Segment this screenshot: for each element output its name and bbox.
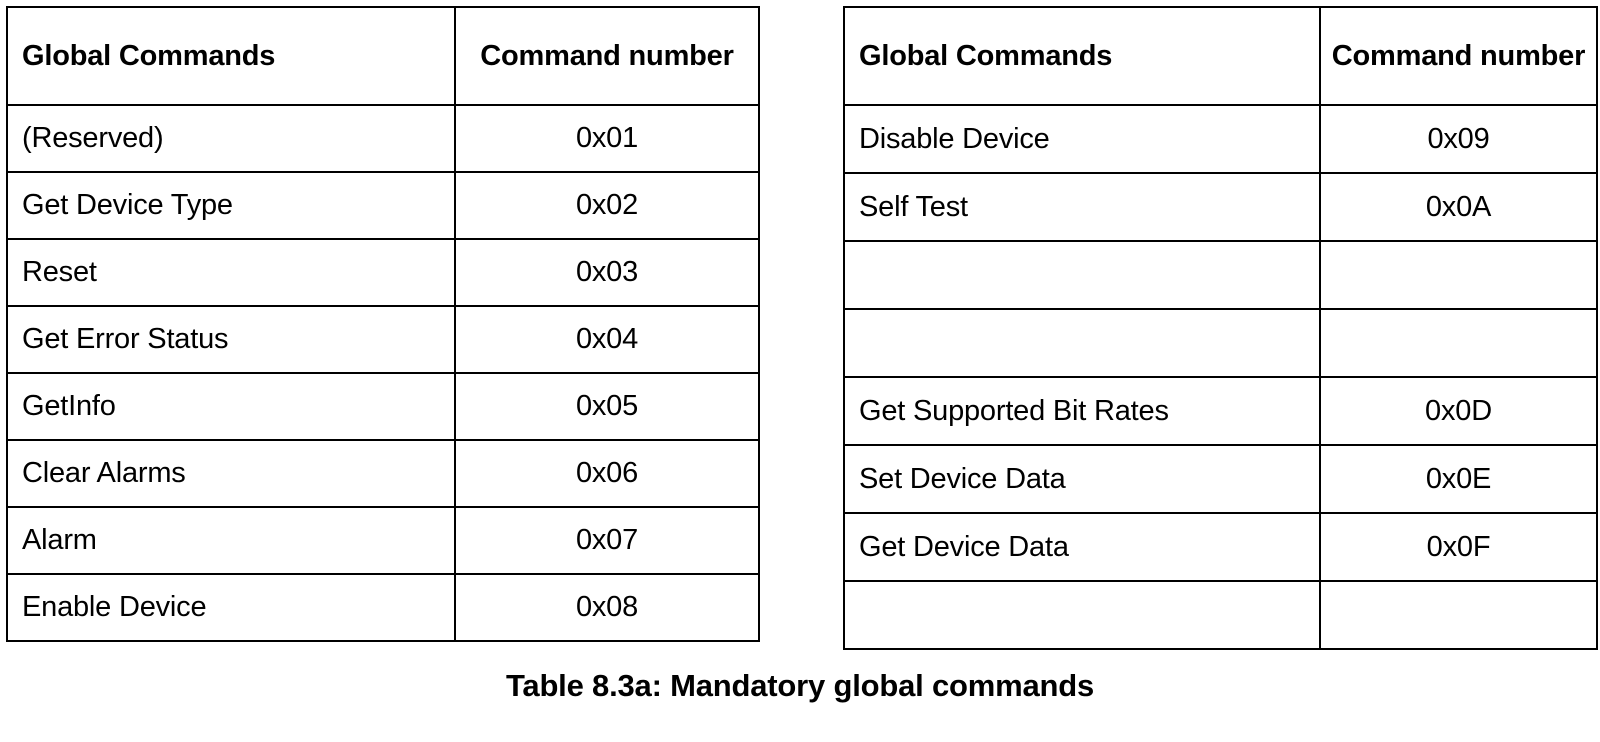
cell-command-name: Self Test	[843, 172, 1321, 242]
table-header-right: Global Commands Command number	[843, 6, 1598, 106]
cell-command-number: 0x01	[454, 104, 760, 173]
cell-command-number	[1319, 240, 1598, 310]
table-row: Get Error Status 0x04	[6, 305, 760, 374]
cell-command-name: Disable Device	[843, 104, 1321, 174]
table-row: (Reserved) 0x01	[6, 104, 760, 173]
column-header-command-number: Command number	[454, 6, 760, 106]
table-row: Get Device Data 0x0F	[843, 512, 1598, 582]
table-body-left: (Reserved) 0x01 Get Device Type 0x02 Res…	[6, 104, 760, 642]
cell-command-name: Reset	[6, 238, 456, 307]
table-header-left: Global Commands Command number	[6, 6, 760, 106]
cell-command-number: 0x0D	[1319, 376, 1598, 446]
cell-command-name: Clear Alarms	[6, 439, 456, 508]
cell-command-number: 0x07	[454, 506, 760, 575]
table-row: Get Supported Bit Rates 0x0D	[843, 376, 1598, 446]
cell-command-number: 0x03	[454, 238, 760, 307]
cell-command-name: Set Device Data	[843, 444, 1321, 514]
table-row: Get Device Type 0x02	[6, 171, 760, 240]
cell-command-number: 0x08	[454, 573, 760, 642]
table-row-empty	[843, 240, 1598, 310]
table-caption: Table 8.3a: Mandatory global commands	[505, 668, 1095, 703]
cell-command-name: GetInfo	[6, 372, 456, 441]
cell-command-name: (Reserved)	[6, 104, 456, 173]
cell-command-name: Get Error Status	[6, 305, 456, 374]
cell-command-name	[843, 580, 1321, 650]
header-row: Global Commands Command number	[6, 6, 760, 106]
cell-command-name	[843, 308, 1321, 378]
cell-command-number: 0x0F	[1319, 512, 1598, 582]
cell-command-number	[1319, 308, 1598, 378]
table-row: GetInfo 0x05	[6, 372, 760, 441]
table-row: Disable Device 0x09	[843, 104, 1598, 174]
table-row-empty	[843, 308, 1598, 378]
cell-command-name: Get Device Type	[6, 171, 456, 240]
table-row-empty	[843, 580, 1598, 650]
cell-command-number: 0x0E	[1319, 444, 1598, 514]
cell-command-name	[843, 240, 1321, 310]
cell-command-name: Alarm	[6, 506, 456, 575]
cell-command-name: Get Device Data	[843, 512, 1321, 582]
table-row: Alarm 0x07	[6, 506, 760, 575]
column-header-global-commands: Global Commands	[843, 6, 1321, 106]
table-row: Self Test 0x0A	[843, 172, 1598, 242]
cell-command-number: 0x0A	[1319, 172, 1598, 242]
table-row: Reset 0x03	[6, 238, 760, 307]
column-header-command-number: Command number	[1319, 6, 1598, 106]
global-commands-table-right: Global Commands Command number Disable D…	[843, 6, 1598, 650]
cell-command-number: 0x06	[454, 439, 760, 508]
column-header-global-commands: Global Commands	[6, 6, 456, 106]
cell-command-number: 0x02	[454, 171, 760, 240]
cell-command-number: 0x09	[1319, 104, 1598, 174]
cell-command-name: Get Supported Bit Rates	[843, 376, 1321, 446]
cell-command-number	[1319, 580, 1598, 650]
table-body-right: Disable Device 0x09 Self Test 0x0A Get S…	[843, 104, 1598, 650]
page-root: Global Commands Command number (Reserved…	[0, 0, 1600, 742]
cell-command-name: Enable Device	[6, 573, 456, 642]
header-row: Global Commands Command number	[843, 6, 1598, 106]
cell-command-number: 0x05	[454, 372, 760, 441]
cell-command-number: 0x04	[454, 305, 760, 374]
table-row: Clear Alarms 0x06	[6, 439, 760, 508]
table-row: Set Device Data 0x0E	[843, 444, 1598, 514]
global-commands-table-left: Global Commands Command number (Reserved…	[6, 6, 760, 642]
table-row: Enable Device 0x08	[6, 573, 760, 642]
